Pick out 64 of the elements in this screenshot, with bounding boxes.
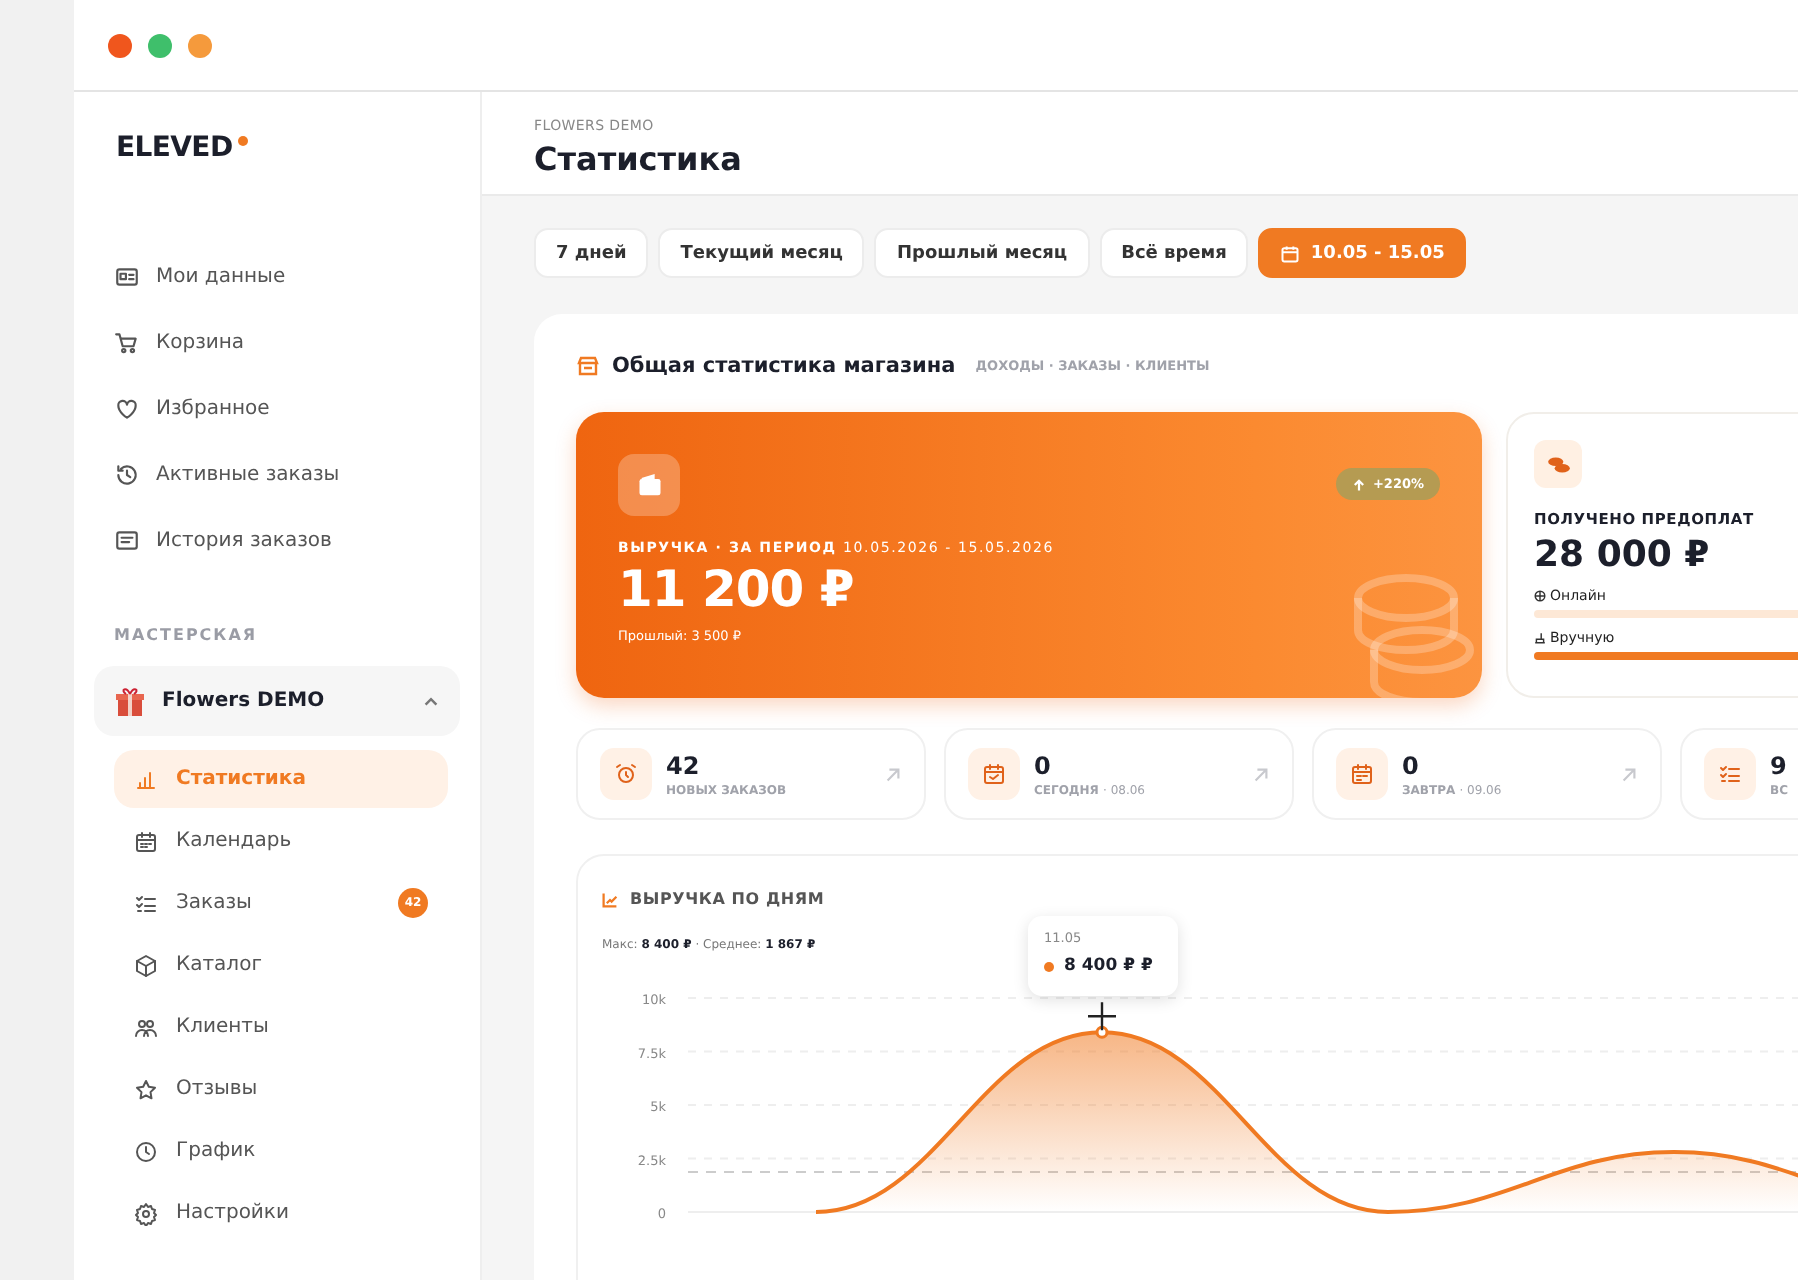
logo-dot-icon <box>238 136 249 146</box>
sidebar-item[interactable]: Активные заказы <box>114 442 480 508</box>
sidebar-item[interactable]: Избранное <box>114 376 480 442</box>
sidebar-item[interactable]: Настройки <box>114 1184 448 1242</box>
period-filter-button[interactable]: Прошлый месяц <box>874 228 1090 278</box>
heart-icon <box>114 396 140 422</box>
settings-icon <box>134 1201 158 1225</box>
sidebar-item[interactable]: График <box>114 1122 448 1180</box>
gift-icon <box>114 685 146 717</box>
wallet-icon <box>635 471 663 499</box>
sidebar-item[interactable]: Корзина <box>114 310 480 376</box>
history-icon <box>114 462 140 488</box>
coins-icon <box>1545 451 1571 477</box>
cart-icon <box>114 330 140 356</box>
arrow-up-right-icon <box>1252 765 1270 783</box>
tooltip-value: 8 400 ₽ ₽ <box>1064 956 1153 976</box>
series-dot <box>1044 961 1054 971</box>
prepaid-amount: 28 000 ₽ <box>1534 534 1712 576</box>
period-filter-button[interactable]: Текущий месяц <box>658 228 865 278</box>
crosshair-cursor-icon <box>1086 1001 1118 1032</box>
clock-icon <box>134 1139 158 1163</box>
id-card-icon <box>114 264 140 290</box>
alarm-clock-icon <box>614 762 638 786</box>
minimize-window-button[interactable] <box>148 33 172 57</box>
arrow-up-right-icon <box>884 765 902 783</box>
chart-title: ВЫРУЧКА ПО ДНЯМ <box>630 890 825 908</box>
sidebar-item[interactable]: Клиенты <box>114 998 448 1056</box>
section-label: МАСТЕРСКАЯ <box>112 624 260 644</box>
sidebar-item[interactable]: Каталог <box>114 936 448 994</box>
checklist-icon <box>134 891 158 915</box>
section-title: Общая статистика магазина <box>612 354 956 378</box>
line-chart-icon <box>602 891 618 907</box>
calendar-check-icon <box>982 762 1006 786</box>
arrow-up-icon <box>1352 477 1367 491</box>
stat-value: 0 <box>1034 751 1053 779</box>
chevron-up-icon <box>422 692 440 710</box>
maximize-window-button[interactable] <box>188 33 212 57</box>
calendar-icon <box>134 829 158 853</box>
calendar-icon <box>1350 762 1374 786</box>
data-point[interactable] <box>1095 1025 1109 1039</box>
page-title: Статистика <box>534 140 744 178</box>
revenue-amount: 11 200 ₽ <box>618 560 856 618</box>
stat-value: 9 <box>1770 751 1789 779</box>
sidebar-item[interactable]: История заказов <box>114 508 480 574</box>
globe-icon <box>1534 590 1546 602</box>
period-filter-button[interactable]: Всё время <box>1099 228 1249 278</box>
sidebar-item[interactable]: Календарь <box>114 812 448 870</box>
calendar-icon <box>1280 243 1301 263</box>
bar-chart-icon <box>134 767 158 791</box>
close-window-button[interactable] <box>108 33 132 57</box>
star-icon <box>134 1077 158 1101</box>
workshop-selector[interactable]: Flowers DEMO <box>94 666 460 736</box>
stat-value: 0 <box>1402 751 1421 779</box>
store-icon <box>576 354 600 378</box>
box-icon <box>134 953 158 977</box>
sidebar-item[interactable]: Мои данные <box>114 244 480 310</box>
logo-text: ELEVED <box>116 132 233 164</box>
arrow-up-right-icon <box>1620 765 1638 783</box>
sidebar-item[interactable]: Отзывы <box>114 1060 448 1118</box>
checklist-icon <box>1718 762 1742 786</box>
list-icon <box>114 528 140 554</box>
period-filter-button[interactable]: 7 дней <box>534 228 649 278</box>
people-icon <box>134 1015 158 1039</box>
stat-value: 42 <box>666 751 702 779</box>
